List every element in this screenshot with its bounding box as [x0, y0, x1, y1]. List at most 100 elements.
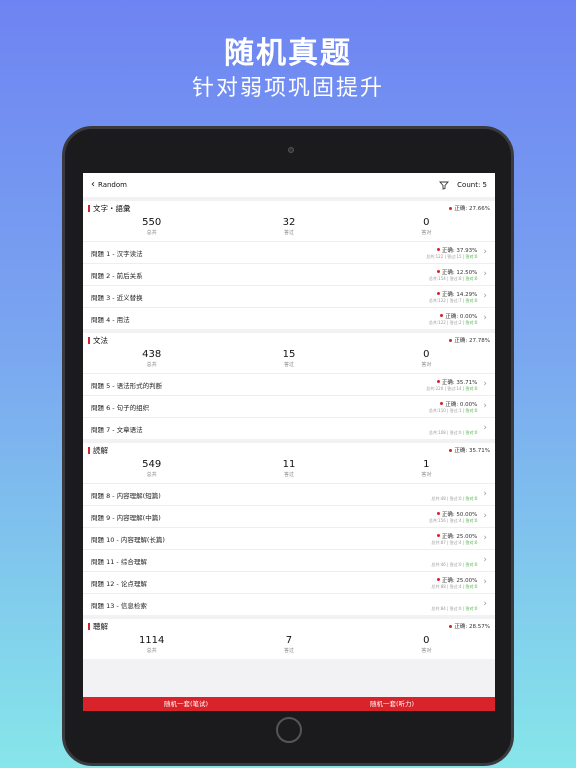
question-meta-text: 总共:154 | 答过:8 | [428, 275, 466, 281]
home-button[interactable] [276, 717, 302, 743]
random-written-button[interactable]: 随机一套(笔试) [83, 697, 289, 711]
question-meta: 总共:87 | 答过:4 | 答对:0 [431, 540, 477, 546]
question-row[interactable]: 問題 10 - 内容理解(长篇) 正确: 25.00% 总共:87 | 答过:4 |… [83, 527, 495, 549]
category-section: 文法 正确: 27.78% 438 总共 15 答过 0 答对 問題 5 - 语法形式的判断 正确… [83, 333, 495, 439]
section-header: 文字・語彙 正确: 27.66% [83, 201, 495, 215]
question-stats: 正确: 0.00% 总共:122 | 答过:2 | 答对:0 [429, 312, 478, 326]
stat-correct: 0 答对 [358, 349, 495, 373]
section-header: 聴解 正确: 28.57% [83, 619, 495, 633]
question-stats: 总共:108 | 答过:0 | 答对:0 [429, 422, 478, 436]
question-meta: 总共:88 | 答过:4 | 答对:0 [431, 584, 477, 590]
section-list[interactable]: 文字・語彙 正确: 27.66% 550 总共 32 答过 0 答对 問題 1 - 汉字读法 正确… [83, 201, 495, 697]
dot-icon [436, 534, 440, 537]
question-row[interactable]: 問題 12 - 论点理解 正确: 25.00% 总共:88 | 答过:4 | 答对:… [83, 571, 495, 593]
question-accuracy [429, 422, 478, 430]
dot-icon [449, 206, 453, 210]
question-meta-text: 总共:84 | 答过:0 | [431, 605, 466, 611]
stat-answered-label: 答过 [283, 230, 294, 236]
question-accuracy-text: 正确: 50.00% [441, 511, 478, 518]
section-accuracy-text: 正确: 27.78% [454, 338, 490, 344]
question-meta: 总共:110 | 答过:1 | 答对:0 [429, 408, 478, 414]
question-accuracy: 正确: 0.00% [429, 400, 477, 408]
section-accuracy-text: 正确: 35.71% [454, 448, 490, 454]
stat-total: 550 总共 [83, 217, 220, 241]
question-row[interactable]: 問題 7 - 文章语法 总共:108 | 答过:0 | 答对:0 › [83, 417, 495, 439]
section-title: 文字・語彙 [93, 203, 131, 213]
stat-answered-value: 7 [285, 635, 293, 646]
stat-answered: 15 答过 [220, 349, 357, 373]
question-title: 問題 12 - 论点理解 [91, 579, 147, 588]
question-accuracy: 正确: 14.29% [429, 290, 478, 298]
stat-correct-label: 答对 [421, 362, 432, 368]
question-accuracy-text: 正确: 0.00% [445, 313, 478, 320]
question-stats: 正确: 35.71% 总共:220 | 答过:14 | 答对:0 [426, 378, 477, 392]
question-stats: 总共:46 | 答过:0 | 答对:0 [431, 554, 477, 568]
chevron-right-icon: › [483, 511, 487, 521]
stat-total-label: 总共 [146, 230, 157, 236]
stat-correct: 0 答对 [358, 217, 495, 241]
question-accuracy: 正确: 12.50% [429, 268, 477, 276]
question-stats: 正确: 50.00% 总共:156 | 答过:4 | 答对:0 [429, 510, 478, 524]
category-section: 読解 正确: 35.71% 549 总共 11 答过 1 答对 問題 8 - 内容理解(短篇) 总… [83, 443, 495, 615]
stat-correct-label: 答对 [421, 472, 432, 478]
stat-correct-value: 0 [423, 217, 430, 228]
chevron-right-icon: › [483, 291, 487, 301]
dot-icon [440, 402, 444, 405]
stat-answered-label: 答过 [283, 472, 294, 478]
section-title: 聴解 [93, 621, 108, 631]
stat-correct-label: 答对 [421, 230, 432, 236]
question-accuracy-text: 正确: 25.00% [441, 533, 478, 540]
filter-icon[interactable] [439, 180, 450, 190]
question-row[interactable]: 問題 8 - 内容理解(短篇) 总共:48 | 答过:0 | 答对:0 › [83, 483, 495, 505]
question-row[interactable]: 問題 2 - 前后关系 正确: 12.50% 总共:154 | 答过:8 | 答对:… [83, 263, 495, 285]
stat-answered-value: 32 [282, 217, 296, 228]
question-title: 問題 2 - 前后关系 [91, 271, 143, 280]
question-stats: 正确: 14.29% 总共:122 | 答过:7 | 答对:0 [429, 290, 478, 304]
question-meta-text: 总共:87 | 答过:4 | [431, 539, 466, 545]
chevron-right-icon: › [483, 533, 487, 543]
stat-answered: 32 答过 [220, 217, 357, 241]
section-title: 文法 [93, 335, 108, 345]
chevron-right-icon: › [483, 313, 487, 323]
chevron-right-icon: › [483, 489, 487, 499]
stat-total-value: 438 [142, 349, 162, 360]
question-accuracy [431, 554, 477, 562]
question-row[interactable]: 問題 3 - 近义替换 正确: 14.29% 总共:122 | 答过:7 | 答对:… [83, 285, 495, 307]
question-row[interactable]: 問題 5 - 语法形式的判断 正确: 35.71% 总共:220 | 答过:14 |… [83, 373, 495, 395]
question-correct-count: 答对:0 [465, 583, 478, 589]
section-marker [88, 446, 90, 454]
chevron-right-icon: › [483, 599, 487, 609]
question-correct-count: 答对:0 [465, 385, 478, 391]
question-meta: 总共:122 | 答过:7 | 答对:0 [429, 298, 478, 304]
question-accuracy: 正确: 35.71% [426, 378, 477, 386]
back-button[interactable]: ‹ Random [91, 180, 127, 190]
question-row[interactable]: 問題 11 - 综合理解 总共:46 | 答过:0 | 答对:0 › [83, 549, 495, 571]
back-label: Random [98, 181, 127, 189]
dot-icon [436, 512, 440, 515]
question-title: 問題 5 - 语法形式的判断 [91, 381, 163, 390]
question-accuracy: 正确: 25.00% [431, 576, 477, 584]
question-stats: 总共:84 | 答过:0 | 答对:0 [431, 598, 477, 612]
chevron-right-icon: › [483, 269, 487, 279]
question-stats: 正确: 25.00% 总共:88 | 答过:4 | 答对:0 [431, 576, 477, 590]
question-row[interactable]: 問題 9 - 内容理解(中篇) 正确: 50.00% 总共:156 | 答过:4 |… [83, 505, 495, 527]
question-stats: 正确: 0.00% 总共:110 | 答过:1 | 答对:0 [429, 400, 478, 414]
question-accuracy-text: 正确: 14.29% [441, 291, 478, 298]
stat-total-value: 1114 [138, 635, 165, 646]
stat-total-label: 总共 [146, 648, 157, 654]
question-meta: 总共:154 | 答过:8 | 答对:0 [429, 276, 478, 282]
section-accuracy-text: 正确: 28.57% [454, 624, 490, 630]
question-meta-text: 总共:156 | 答过:4 | [428, 517, 466, 523]
question-row[interactable]: 問題 4 - 用法 正确: 0.00% 总共:122 | 答过:2 | 答对:0 › [83, 307, 495, 329]
stat-total-value: 550 [142, 217, 162, 228]
question-stats: 正确: 37.93% 总共:122 | 答过:15 | 答对:0 [426, 246, 477, 260]
question-row[interactable]: 問題 6 - 句子的组织 正确: 0.00% 总共:110 | 答过:1 | 答对:… [83, 395, 495, 417]
section-stats: 549 总共 11 答过 1 答对 [83, 457, 495, 483]
stat-answered: 7 答过 [220, 635, 357, 659]
section-marker [88, 336, 90, 344]
random-listening-button[interactable]: 随机一套(听力) [289, 697, 495, 711]
promo-title: 随机真题 [224, 36, 352, 71]
stat-answered: 11 答过 [220, 459, 357, 483]
question-row[interactable]: 問題 13 - 信息检索 总共:84 | 答过:0 | 答对:0 › [83, 593, 495, 615]
question-row[interactable]: 問題 1 - 汉字读法 正确: 37.93% 总共:122 | 答过:15 | 答对… [83, 241, 495, 263]
